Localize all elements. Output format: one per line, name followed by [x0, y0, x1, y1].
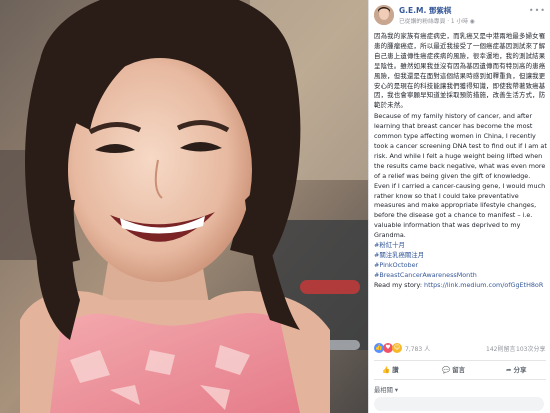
share-label: 分享	[513, 366, 527, 374]
comment-input[interactable]	[374, 397, 544, 411]
post-text-english: Because of my family history of cancer, …	[374, 112, 547, 240]
post-photo[interactable]	[0, 0, 368, 413]
share-icon: ➦	[506, 366, 512, 374]
haha-reaction-icon[interactable]: ☺	[392, 343, 402, 353]
more-icon[interactable]: •••	[529, 6, 546, 15]
share-button[interactable]: ➦ 分享	[506, 364, 526, 374]
thumbs-up-icon: 👍	[382, 366, 391, 374]
post-text-chinese: 因為我的家族有癌症病史，而乳癌又是中港兩地最多婦女罹患的腫瘤癌症，所以最近我接受…	[374, 32, 546, 110]
comments-count[interactable]: 142則留言	[486, 344, 515, 353]
post-body: 因為我的家族有癌症病史，而乳癌又是中港兩地最多婦女罹患的腫瘤癌症，所以最近我接受…	[374, 32, 548, 291]
reactions-summary: 👍 ♥ ☺ 7,783 人 142則留言 103次分享	[374, 343, 548, 355]
post-panel: G.E.M. 鄧紫棋 已從讚的粉絲專頁 · 1 小時 ◉ ••• 因為我的家族有…	[368, 0, 550, 413]
post-time[interactable]: 1 小時	[451, 19, 468, 25]
hashtag-link[interactable]: #PinkOctober	[374, 261, 548, 271]
hashtag-link[interactable]: #關注乳癌關注月	[374, 251, 548, 261]
globe-icon: ◉	[469, 19, 475, 25]
hashtag-link[interactable]: #BreastCancerAwarenessMonth	[374, 271, 548, 281]
comment-button[interactable]: 💬 留言	[442, 364, 465, 374]
photo-illustration	[0, 0, 368, 413]
comment-label: 留言	[452, 366, 466, 374]
action-bar: 👍 讚 💬 留言 ➦ 分享	[374, 360, 546, 380]
post-header: G.E.M. 鄧紫棋 已從讚的粉絲專頁 · 1 小時 ◉ •••	[374, 4, 549, 28]
reaction-count[interactable]: 7,783 人	[405, 344, 430, 353]
like-button[interactable]: 👍 讚	[382, 364, 399, 374]
audience-label: 已從讚的粉絲專頁	[399, 19, 446, 25]
comment-icon: 💬	[442, 366, 451, 374]
story-link[interactable]: https://link.medium.com/ofGgEtH8oR	[424, 281, 543, 289]
hashtag-link[interactable]: #粉紅十月	[374, 241, 548, 251]
shares-count[interactable]: 103次分享	[516, 344, 545, 353]
post-meta: 已從讚的粉絲專頁 · 1 小時 ◉	[399, 16, 475, 25]
author-name[interactable]: G.E.M. 鄧紫棋	[399, 5, 451, 16]
read-story-label: Read my story:	[374, 280, 425, 289]
comment-sort-dropdown[interactable]: 最相關 ▾	[374, 385, 398, 394]
author-avatar[interactable]	[374, 5, 394, 25]
like-label: 讚	[392, 366, 399, 374]
